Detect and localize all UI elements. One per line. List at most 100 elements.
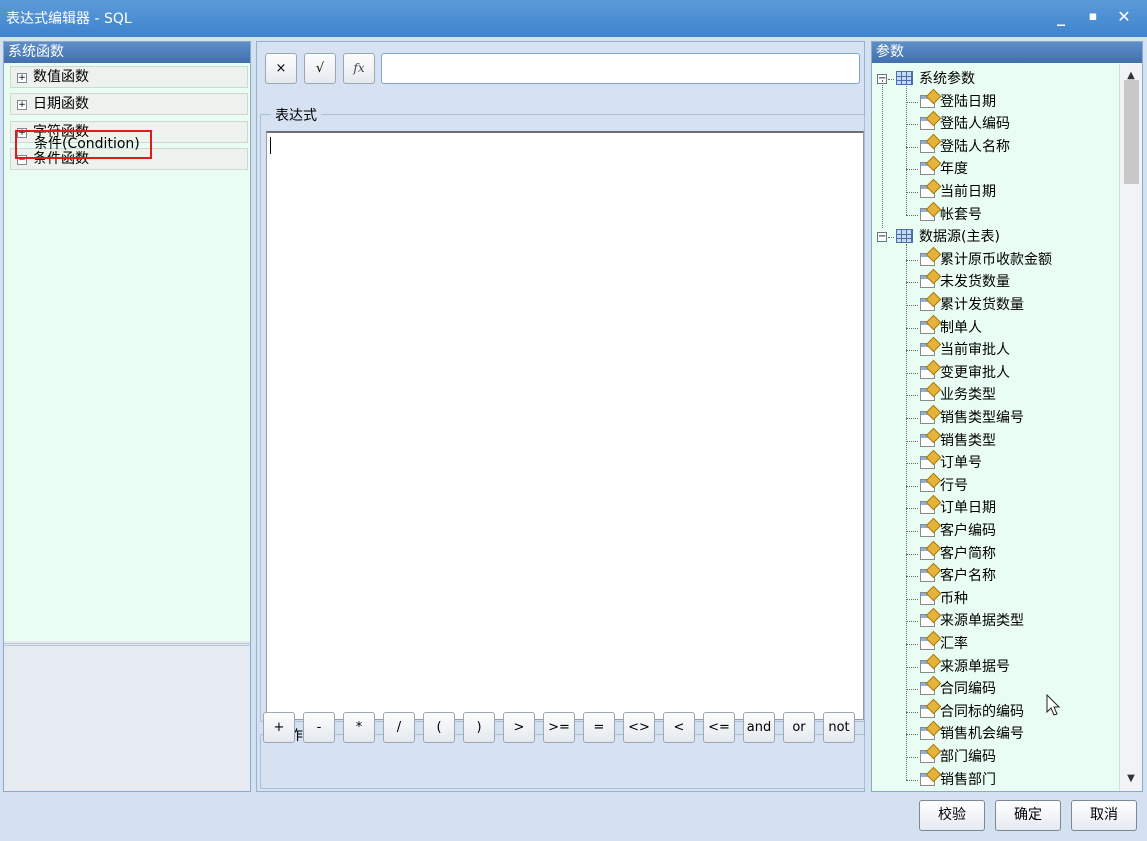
tree-item[interactable]: 销售机会编号: [920, 723, 1024, 745]
table-icon: [896, 71, 913, 85]
field-icon: [920, 117, 935, 131]
ok-button[interactable]: 确定: [995, 800, 1061, 831]
operator-button[interactable]: not: [823, 712, 855, 743]
tree-item[interactable]: 累计发货数量: [920, 294, 1024, 316]
tree-item[interactable]: 登陆人名称: [920, 136, 1010, 158]
operator-button[interactable]: +: [263, 712, 295, 743]
tree-item[interactable]: 销售类型: [920, 430, 996, 452]
tree-item[interactable]: 客户简称: [920, 543, 996, 565]
field-icon: [920, 320, 935, 334]
parameters-panel: 参数 − 系统参数 登陆日期 登陆人编码 登陆人名称 年度 当前日期 帐套号 − 数据源(主表) 累…: [871, 41, 1143, 792]
operator-button[interactable]: >=: [543, 712, 575, 743]
tree-item[interactable]: 变更审批人: [920, 362, 1010, 384]
clear-button[interactable]: ×: [265, 53, 297, 84]
collapse-icon[interactable]: −: [877, 232, 887, 243]
field-icon: [920, 614, 935, 628]
field-icon: [920, 207, 935, 221]
tree-item-label: 制单人: [940, 319, 982, 336]
tree-item-label: 合同编码: [940, 681, 996, 698]
tree-item-label: 登陆人编码: [940, 116, 1010, 133]
expression-legend: 表达式: [271, 105, 321, 125]
operator-button[interactable]: <: [663, 712, 695, 743]
tree-item-label: 登陆日期: [940, 93, 996, 110]
check-button[interactable]: √: [304, 53, 336, 84]
field-icon: [920, 162, 935, 176]
tree-item[interactable]: 部门编码: [920, 746, 996, 768]
tree-item[interactable]: 合同编码: [920, 678, 996, 700]
field-icon: [920, 298, 935, 311]
tree-item[interactable]: 订单号: [920, 452, 982, 474]
tree-group-label: 系统参数: [919, 71, 975, 87]
mouse-pointer-icon: [1046, 694, 1061, 716]
tree-item[interactable]: 年度: [920, 158, 968, 180]
tree-group[interactable]: 系统参数: [896, 68, 975, 90]
operator-button[interactable]: /: [383, 712, 415, 743]
window-title: 表达式编辑器 - SQL: [6, 11, 132, 27]
tree-item[interactable]: 汇率: [920, 633, 968, 655]
tree-item[interactable]: 未发货数量: [920, 271, 1010, 293]
function-item-condition[interactable]: 条件(Condition): [15, 130, 152, 159]
vertical-scrollbar[interactable]: ▲ ▼: [1119, 64, 1142, 791]
tree-item-label: 部门编码: [940, 749, 996, 765]
field-icon: [920, 704, 935, 718]
tree-item[interactable]: 销售类型编号: [920, 407, 1024, 429]
tree-item[interactable]: 客户编码: [920, 520, 996, 542]
field-icon: [920, 546, 935, 560]
operator-button[interactable]: >: [503, 712, 535, 743]
verify-button[interactable]: 校验: [919, 800, 985, 831]
tree-item-label: 帐套号: [940, 206, 982, 223]
tree-item[interactable]: 来源单据号: [920, 656, 1010, 678]
field-icon: [920, 750, 935, 763]
operator-button[interactable]: or: [783, 712, 815, 743]
tree-item[interactable]: 登陆人编码: [920, 113, 1010, 135]
operator-button[interactable]: =: [583, 712, 615, 743]
operator-button[interactable]: *: [343, 712, 375, 743]
field-icon: [920, 772, 935, 786]
minimize-button[interactable]: _: [1050, 6, 1072, 28]
tree-item[interactable]: 当前审批人: [920, 339, 1010, 361]
tree-item-label: 销售部门: [940, 771, 996, 788]
tree-item-label: 累计原币收款金额: [940, 251, 1052, 268]
tree-item-label: 当前日期: [940, 184, 996, 200]
tree-item-label: 客户简称: [940, 545, 996, 562]
operator-button[interactable]: <=: [703, 712, 735, 743]
expand-icon[interactable]: +: [17, 73, 27, 83]
field-icon: [920, 139, 935, 153]
function-icon[interactable]: fx: [343, 53, 375, 84]
tree-item-label: 来源单据号: [940, 658, 1010, 675]
tree-item[interactable]: 销售部门: [920, 769, 996, 791]
maximize-button[interactable]: ▪: [1082, 6, 1104, 28]
tree-item[interactable]: 累计原币收款金额: [920, 249, 1052, 271]
tree-item[interactable]: 业务类型: [920, 384, 996, 406]
category-numeric[interactable]: + 数值函数: [10, 66, 248, 88]
cancel-button[interactable]: 取消: [1071, 800, 1137, 831]
expression-textarea[interactable]: [266, 131, 864, 720]
operator-button[interactable]: -: [303, 712, 335, 743]
close-button[interactable]: ✕: [1113, 6, 1135, 28]
tree-item[interactable]: 客户名称: [920, 565, 996, 587]
tree-group[interactable]: 数据源(主表): [896, 226, 1000, 248]
tree-item[interactable]: 来源单据类型: [920, 610, 1024, 632]
tree-item[interactable]: 订单日期: [920, 497, 996, 519]
tree-item-label: 币种: [940, 590, 968, 607]
scroll-thumb[interactable]: [1124, 80, 1139, 184]
tree-item[interactable]: 帐套号: [920, 204, 982, 226]
tree-item[interactable]: 币种: [920, 588, 968, 610]
editor-panel: × √ fx 表达式 操作符: [256, 41, 865, 792]
category-date[interactable]: + 日期函数: [10, 93, 248, 115]
tree-item[interactable]: 合同标的编码: [920, 701, 1024, 723]
expand-icon[interactable]: +: [17, 100, 27, 110]
scroll-down-icon[interactable]: ▼: [1120, 771, 1142, 787]
operator-button[interactable]: (: [423, 712, 455, 743]
tree-item[interactable]: 登陆日期: [920, 91, 996, 113]
operator-button[interactable]: <>: [623, 712, 655, 743]
tree-item[interactable]: 制单人: [920, 317, 982, 339]
formula-input[interactable]: [381, 53, 860, 84]
tree-item[interactable]: 当前日期: [920, 181, 996, 203]
field-icon: [920, 185, 935, 198]
operator-button[interactable]: and: [743, 712, 775, 743]
tree-item-label: 订单日期: [940, 500, 996, 517]
tree-item[interactable]: 行号: [920, 475, 968, 497]
field-icon: [920, 388, 935, 402]
operator-button[interactable]: ): [463, 712, 495, 743]
